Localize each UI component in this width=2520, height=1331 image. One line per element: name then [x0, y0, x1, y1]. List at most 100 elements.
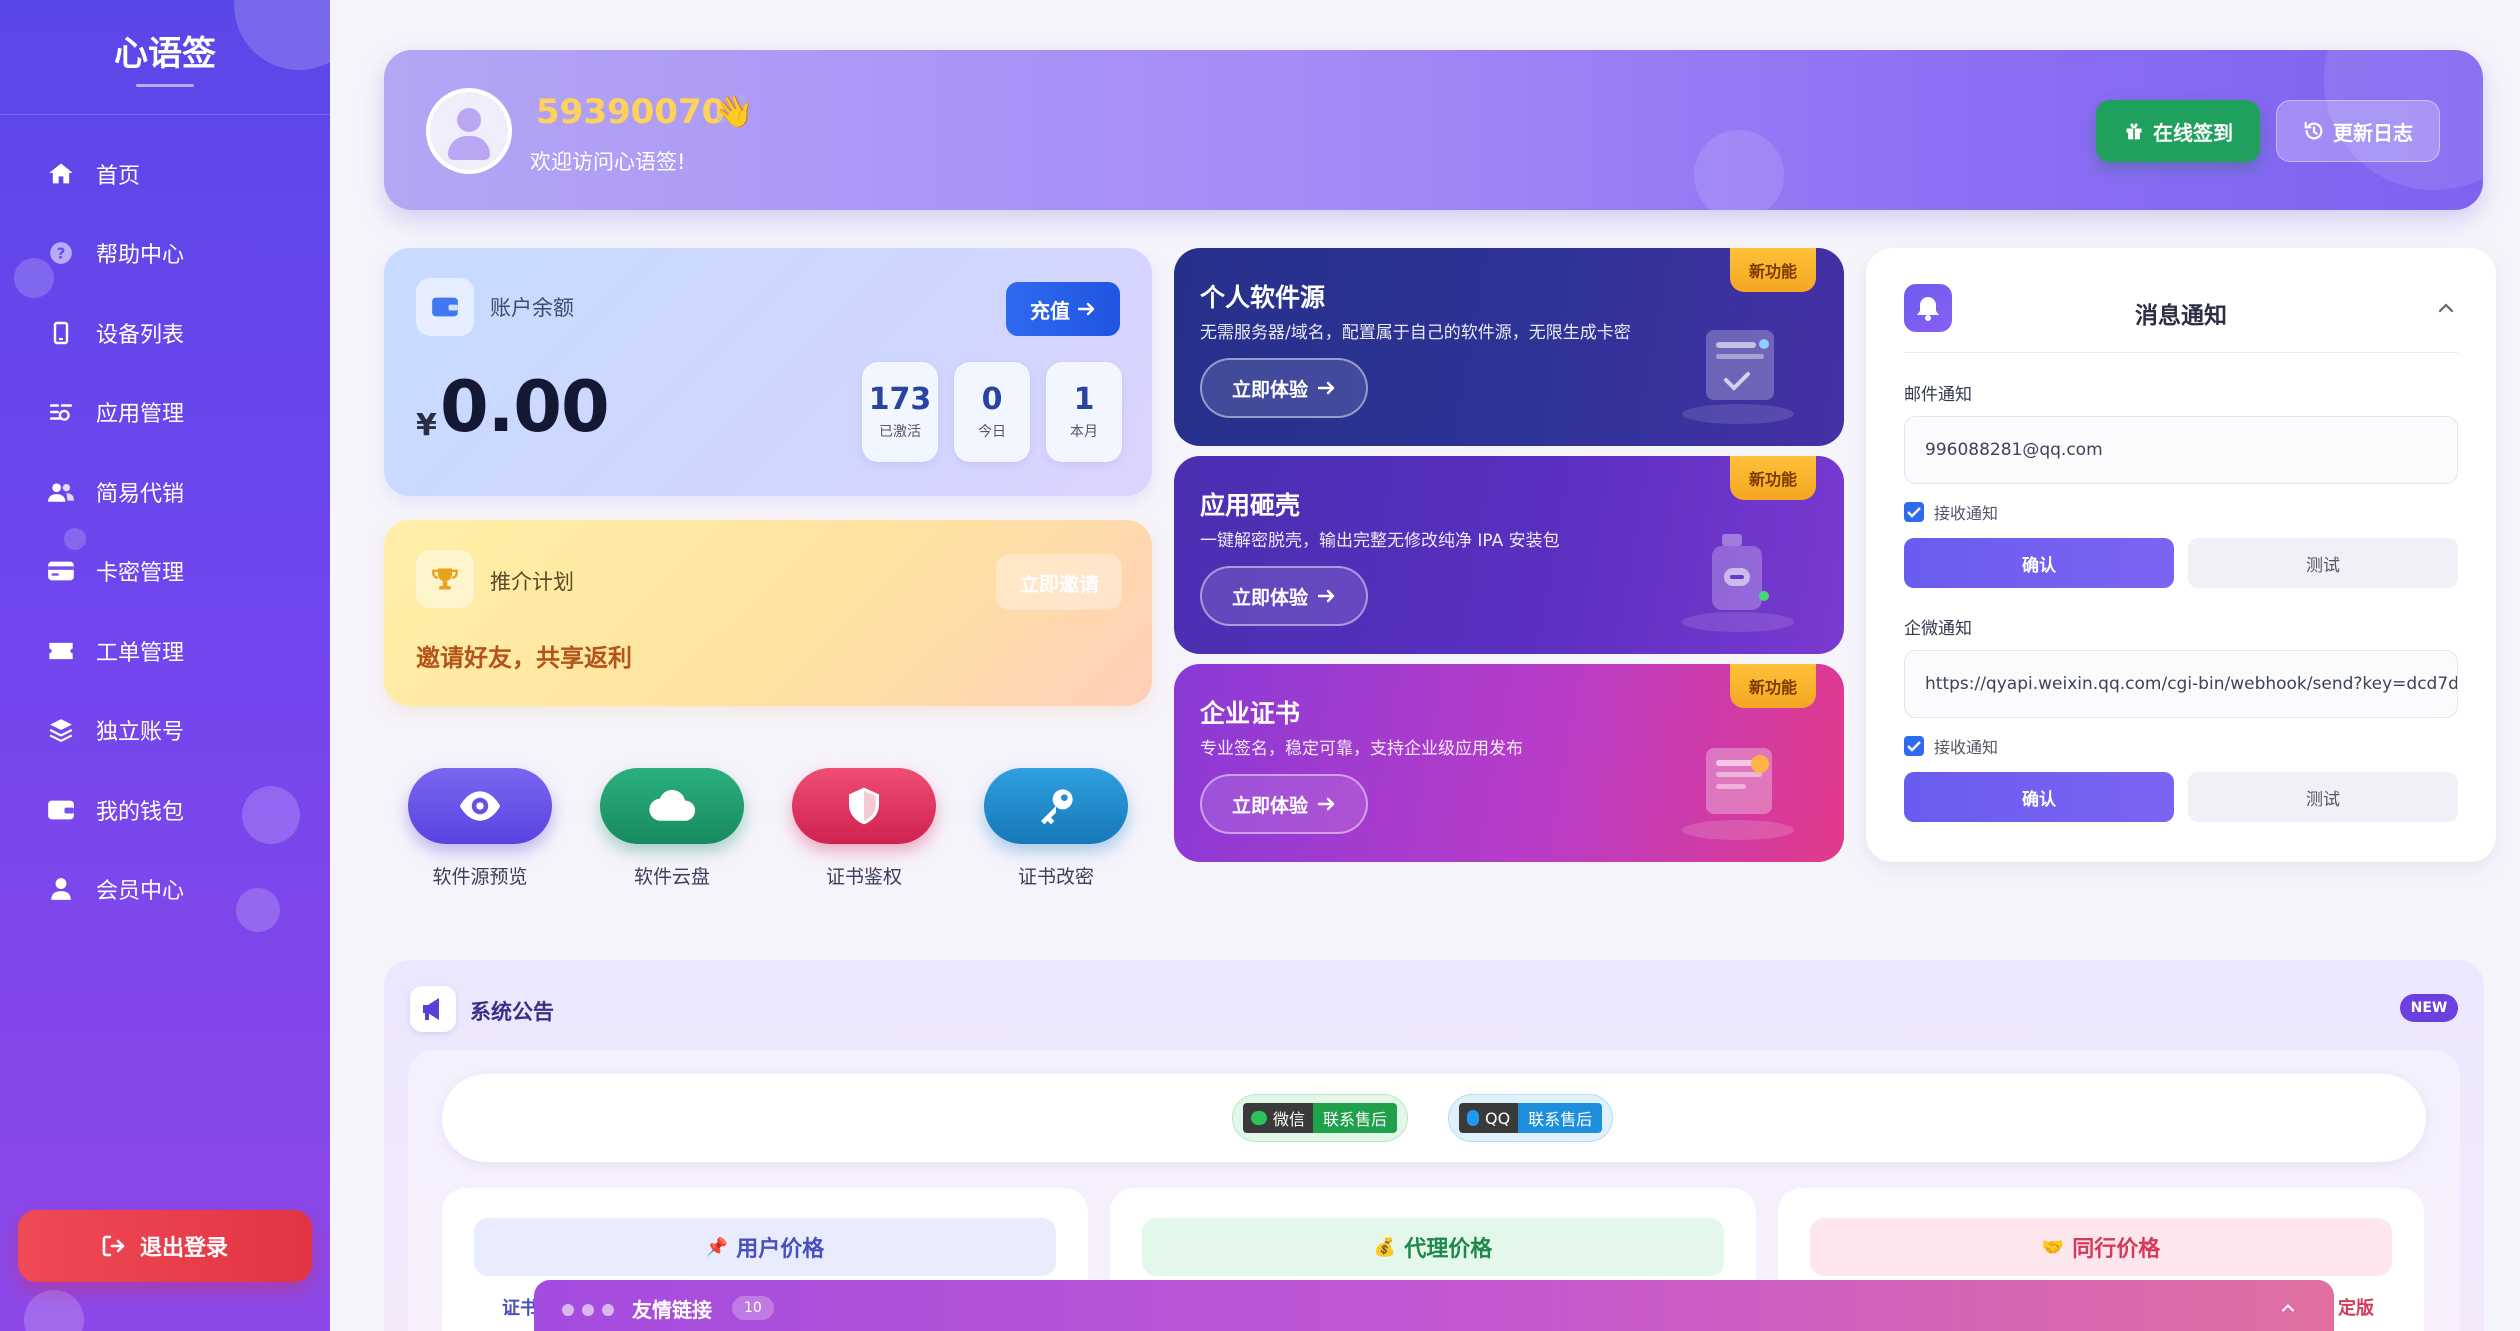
- shield-icon: [792, 768, 936, 844]
- arrow-right-icon: [1318, 588, 1336, 604]
- sidebar-item-home[interactable]: 首页: [0, 134, 330, 214]
- handshake-icon: 🤝: [2041, 1236, 2065, 1258]
- email-test-button[interactable]: 测试: [2188, 538, 2458, 588]
- wechat-label: 微信: [1243, 1103, 1314, 1133]
- brand-underline: [136, 84, 194, 87]
- gift-icon: [2123, 120, 2145, 142]
- checkbox-checked-icon: [1904, 502, 1924, 522]
- sidebar-item-label: 会员中心: [96, 879, 185, 905]
- friend-links-count: 10: [732, 1296, 774, 1320]
- certificate-illustration-icon: [1678, 734, 1798, 844]
- balance-title: 账户余额: [490, 296, 574, 320]
- layers-icon: [46, 715, 76, 745]
- try-now-label: 立即体验: [1231, 586, 1308, 609]
- feature-card-software-source[interactable]: 新功能 个人软件源 无需服务器/域名，配置属于自己的软件源，无限生成卡密 立即体…: [1174, 248, 1844, 446]
- try-now-button[interactable]: 立即体验: [1200, 358, 1368, 418]
- tool-source-preview[interactable]: 软件源预览: [408, 768, 552, 889]
- tool-label: 软件云盘: [633, 866, 710, 888]
- new-feature-badge: 新功能: [1730, 664, 1816, 708]
- new-badge: NEW: [2400, 994, 2458, 1022]
- apps-icon: [46, 397, 76, 427]
- eye-icon: [408, 768, 552, 844]
- checkbox-label: 接收通知: [1934, 504, 1999, 523]
- sidebar-item-label: 我的钱包: [96, 799, 185, 825]
- arrow-right-icon: [1078, 301, 1096, 317]
- wecom-webhook-field[interactable]: https://qyapi.weixin.qq.com/cgi-bin/webh…: [1904, 650, 2458, 718]
- recharge-label: 充值: [1030, 298, 1070, 323]
- sidebar-item-member[interactable]: 会员中心: [0, 850, 330, 930]
- package-illustration-icon: [1678, 526, 1798, 636]
- sidebar-item-help[interactable]: ? 帮助中心: [0, 214, 330, 294]
- email-receive-checkbox[interactable]: 接收通知: [1904, 500, 1998, 524]
- users-icon: [46, 477, 76, 507]
- ticket-icon: [46, 636, 76, 666]
- price-item-label: 证书: [502, 1298, 538, 1319]
- sidebar-item-wallet[interactable]: 我的钱包: [0, 770, 330, 850]
- sidebar-item-tickets[interactable]: 工单管理: [0, 611, 330, 691]
- sidebar-item-label: 应用管理: [96, 402, 185, 428]
- chevron-up-icon[interactable]: [2278, 1298, 2298, 1322]
- checkin-button[interactable]: 在线签到: [2096, 100, 2260, 162]
- logout-button[interactable]: 退出登录: [18, 1210, 312, 1282]
- stat-label: 今日: [978, 424, 1006, 440]
- email-field[interactable]: 996088281@qq.com: [1904, 416, 2458, 484]
- friend-links-bar[interactable]: 友情链接 10: [534, 1280, 2334, 1331]
- price-title: 同行价格: [2072, 1237, 2161, 1262]
- svg-text:?: ?: [57, 245, 66, 263]
- sidebar-item-devices[interactable]: 设备列表: [0, 293, 330, 373]
- new-feature-badge: 新功能: [1730, 248, 1816, 292]
- invite-button[interactable]: 立即邀请: [996, 554, 1122, 610]
- sidebar-item-resell[interactable]: 简易代销: [0, 452, 330, 532]
- chevron-up-icon[interactable]: [2434, 296, 2458, 320]
- welcome-header: 59390070 👋 欢迎访问心语签! 在线签到 更新日志: [384, 50, 2483, 210]
- try-now-label: 立即体验: [1231, 794, 1308, 817]
- brand-logo[interactable]: 心语签: [0, 26, 330, 75]
- wechat-label-text: 微信: [1273, 1110, 1306, 1129]
- wecom-test-button[interactable]: 测试: [2188, 772, 2458, 822]
- feature-card-app-decrypt[interactable]: 新功能 应用砸壳 一键解密脱壳，输出完整无修改纯净 IPA 安装包 立即体验: [1174, 456, 1844, 654]
- wecom-receive-checkbox[interactable]: 接收通知: [1904, 734, 1998, 758]
- changelog-button[interactable]: 更新日志: [2276, 100, 2440, 162]
- tool-cert-auth[interactable]: 证书鉴权: [792, 768, 936, 889]
- tool-label: 软件源预览: [432, 866, 528, 888]
- email-confirm-button[interactable]: 确认: [1904, 538, 2174, 588]
- tool-cert-password[interactable]: 证书改密: [984, 768, 1128, 889]
- tool-label: 证书鉴权: [825, 866, 902, 888]
- sidebar-nav: 首页 ? 帮助中心 设备列表 应用管理 简易代销 卡密管理 工单管理 独立账号: [0, 134, 330, 929]
- sidebar-item-cards[interactable]: 卡密管理: [0, 532, 330, 612]
- sidebar-item-accounts[interactable]: 独立账号: [0, 691, 330, 771]
- avatar[interactable]: [426, 88, 512, 174]
- document-illustration-icon: [1678, 318, 1798, 428]
- stat-month: 1 本月: [1046, 362, 1122, 462]
- price-header[interactable]: 📌 用户价格: [474, 1218, 1056, 1276]
- feature-desc: 一键解密脱壳，输出完整无修改纯净 IPA 安装包: [1200, 531, 1560, 551]
- card-icon: [46, 556, 76, 586]
- megaphone-icon: [410, 986, 456, 1032]
- price-header[interactable]: 💰 代理价格: [1142, 1218, 1724, 1276]
- wecom-confirm-button[interactable]: 确认: [1904, 772, 2174, 822]
- decor-bubble: [24, 1290, 84, 1331]
- qq-label-text: QQ: [1485, 1108, 1511, 1128]
- try-now-button[interactable]: 立即体验: [1200, 774, 1368, 834]
- announcement-title: 系统公告: [470, 1000, 554, 1024]
- sidebar-divider: [0, 114, 330, 115]
- referral-title: 推介计划: [490, 570, 574, 594]
- trophy-icon: [416, 550, 474, 608]
- try-now-button[interactable]: 立即体验: [1200, 566, 1368, 626]
- feature-title: 个人软件源: [1200, 283, 1326, 312]
- wechat-contact-badge[interactable]: 微信 联系售后: [1232, 1094, 1409, 1142]
- stat-value: 1: [1073, 382, 1095, 417]
- decor-bubble: [1694, 130, 1784, 210]
- price-header[interactable]: 🤝 同行价格: [1810, 1218, 2392, 1276]
- sidebar: 心语签 首页 ? 帮助中心 设备列表 应用管理 简易代销 卡密管理 工单管理 独…: [0, 0, 330, 1331]
- sidebar-item-apps[interactable]: 应用管理: [0, 373, 330, 453]
- qq-contact-badge[interactable]: QQ 联系售后: [1448, 1094, 1614, 1142]
- wecom-label: 企微通知: [1904, 619, 1972, 639]
- divider: [1904, 352, 2458, 353]
- tool-cloud-disk[interactable]: 软件云盘: [600, 768, 744, 889]
- feature-card-enterprise-cert[interactable]: 新功能 企业证书 专业签名，稳定可靠，支持企业级应用发布 立即体验: [1174, 664, 1844, 862]
- recharge-button[interactable]: 充值: [1006, 282, 1120, 336]
- wallet-icon: [416, 278, 474, 336]
- sidebar-item-label: 独立账号: [96, 720, 185, 746]
- welcome-text: 欢迎访问心语签!: [530, 150, 686, 174]
